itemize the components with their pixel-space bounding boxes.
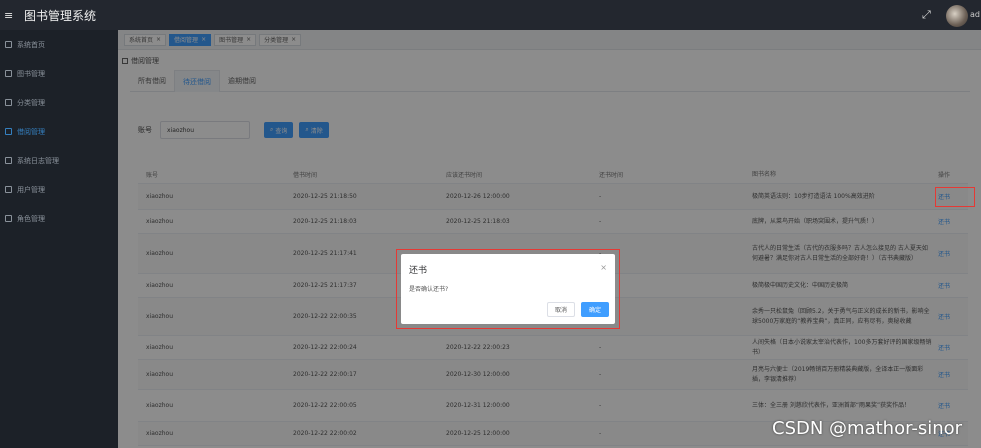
cancel-button[interactable]: 取消 — [547, 302, 575, 317]
watermark: CSDN @mathor-sinor — [772, 418, 963, 439]
modal-mask[interactable] — [118, 30, 981, 155]
dialog-message: 是否确认还书? — [409, 286, 449, 293]
fullscreen-icon[interactable]: ⤢ — [922, 8, 931, 22]
dialog-title: 还书 — [409, 266, 428, 276]
highlight-box — [935, 187, 975, 207]
avatar[interactable] — [946, 5, 968, 27]
menu-icon[interactable]: ≡ — [4, 9, 18, 22]
modal-mask[interactable] — [0, 30, 118, 448]
app-title: 图书管理系统 — [24, 8, 97, 23]
confirm-button[interactable]: 确定 — [581, 302, 609, 317]
user-name[interactable]: ad — [970, 10, 980, 19]
return-dialog: 还书 × 是否确认还书? 取消 确定 — [401, 254, 615, 324]
top-header: ≡ 图书管理系统 ⤢ ad — [0, 0, 981, 30]
close-icon[interactable]: × — [600, 263, 607, 272]
